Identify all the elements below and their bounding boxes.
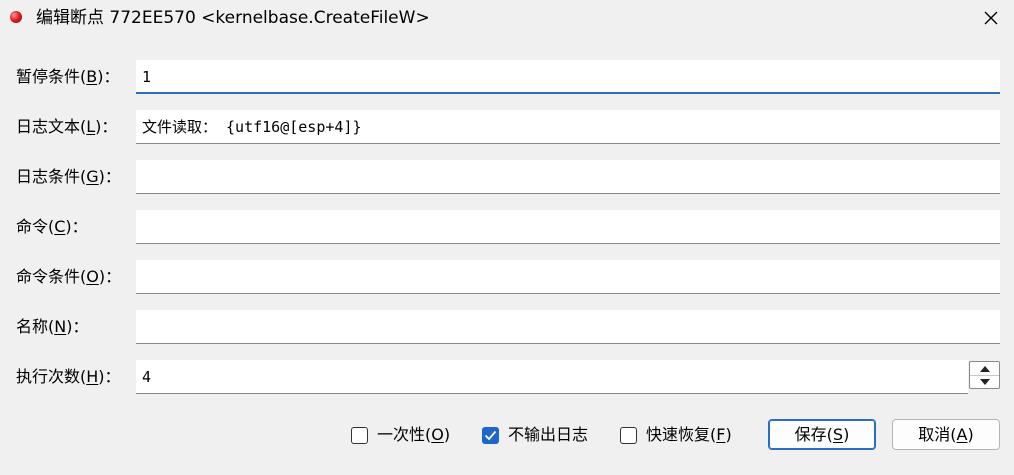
command-condition-input[interactable] [136,260,1000,294]
one-time-checkbox[interactable]: 一次性(O) [351,424,450,446]
spin-down-button[interactable] [970,375,999,388]
name-label: 名称(N)： [16,317,89,336]
command-label: 命令(C)： [16,217,88,236]
triangle-down-icon [979,378,990,385]
close-button[interactable] [968,0,1014,36]
spin-up-button[interactable] [970,362,999,376]
log-text-label: 日志文本(L)： [16,117,118,136]
cancel-button[interactable]: 取消(A) [892,419,1000,450]
hit-count-input[interactable]: 4 [136,360,968,394]
fast-resume-checkbox[interactable]: 快速恢复(F) [620,424,732,446]
pause-condition-input[interactable]: 1 [136,60,1000,94]
name-input[interactable] [136,310,1000,344]
close-icon [984,11,998,25]
fast-resume-checkbox-box[interactable] [620,426,637,444]
log-condition-label: 日志条件(G)： [16,167,121,186]
one-time-label: 一次性(O) [377,425,451,444]
hit-count-spinner [969,361,1000,389]
hit-count-label: 执行次数(H)： [16,367,121,386]
silent-label: 不输出日志 [508,425,589,444]
title-bar: 编辑断点 772EE570 <kernelbase.CreateFileW> [0,0,1014,36]
log-text-input[interactable]: 文件读取： {utf16@[esp+4]} [136,110,1000,144]
one-time-checkbox-box[interactable] [351,426,368,444]
silent-checkbox[interactable]: 不输出日志 [482,424,588,446]
checkmark-icon [484,430,497,440]
silent-checkbox-box[interactable] [482,426,499,444]
pause-condition-label: 暂停条件(B)： [16,67,120,86]
fast-resume-label: 快速恢复(F) [646,425,732,444]
breakpoint-red-dot-icon [10,11,22,23]
save-button[interactable]: 保存(S) [768,419,876,450]
log-condition-input[interactable] [136,160,1000,194]
command-input[interactable] [136,210,1000,244]
triangle-up-icon [979,365,990,372]
command-condition-label: 命令条件(O)： [16,267,122,286]
window-title: 编辑断点 772EE570 <kernelbase.CreateFileW> [36,8,430,28]
